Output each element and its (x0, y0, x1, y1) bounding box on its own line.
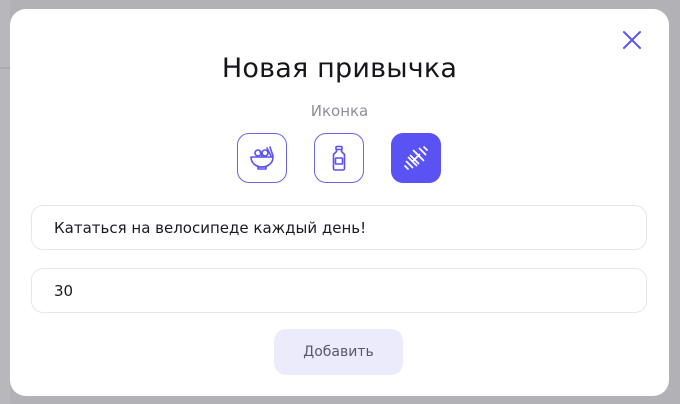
water-bottle-icon (332, 145, 346, 171)
backdrop-divider (0, 67, 10, 69)
habit-name-input[interactable]: Кататься на велосипеде каждый день! (31, 205, 647, 250)
dumbbell-icon (404, 146, 428, 170)
modal-title: Новая привычка (221, 53, 458, 84)
icon-section-label: Иконка (310, 102, 369, 120)
close-icon (623, 31, 641, 49)
icon-option-water-bottle[interactable] (314, 133, 364, 183)
icon-option-dumbbell[interactable] (391, 133, 441, 183)
page-backdrop (0, 0, 10, 404)
icon-option-noodle-bowl[interactable] (237, 133, 287, 183)
habit-count-input[interactable]: 30 (31, 268, 647, 313)
close-button[interactable] (622, 30, 642, 50)
add-button[interactable]: Добавить (274, 329, 403, 375)
noodle-bowl-icon (250, 146, 274, 170)
new-habit-modal: Новая привычка Иконка Кататься на велоси… (10, 9, 669, 396)
